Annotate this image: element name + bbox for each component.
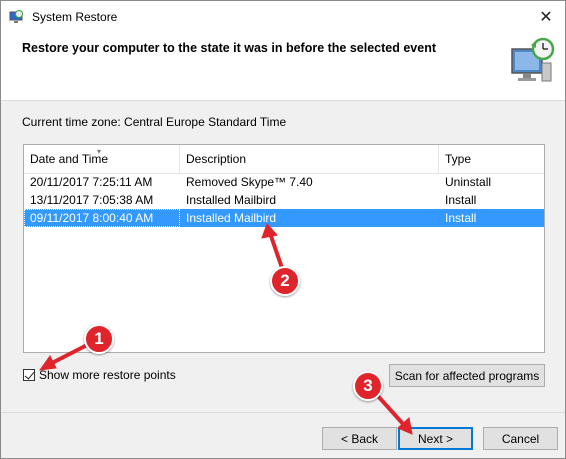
row-description: Installed Mailbird [186, 211, 277, 225]
show-more-label: Show more restore points [39, 368, 176, 382]
column-header-description[interactable]: Description [180, 145, 439, 173]
show-more-restore-points[interactable]: Show more restore points [23, 368, 176, 382]
close-icon: ✕ [539, 8, 553, 26]
row-type: Uninstall [445, 175, 492, 189]
column-description-label: Description [186, 152, 247, 166]
monitor-clock-icon [511, 37, 555, 82]
list-row-selected[interactable]: 09/11/2017 8:00:40 AM Installed Mailbird… [24, 209, 544, 227]
row-date: 20/11/2017 7:25:11 AM [30, 175, 153, 189]
row-date: 13/11/2017 7:05:38 AM [30, 193, 154, 207]
sort-arrow-icon: ▾ [97, 147, 102, 156]
row-description: Removed Skype™ 7.40 [186, 175, 313, 189]
system-restore-window: System Restore ✕ Restore your computer t… [0, 0, 566, 459]
show-more-checkbox[interactable] [23, 369, 35, 381]
annotation-badge-3: 3 [353, 371, 383, 401]
annotation-badge-2: 2 [270, 266, 300, 296]
cancel-button[interactable]: Cancel [483, 427, 558, 450]
list-row[interactable]: 20/11/2017 7:25:11 AM Removed Skype™ 7.4… [24, 173, 544, 191]
window-title: System Restore [32, 10, 118, 24]
row-date: 09/11/2017 8:00:40 AM [24, 209, 180, 227]
scan-affected-programs-button[interactable]: Scan for affected programs [389, 364, 545, 387]
row-type: Install [445, 211, 477, 225]
title-bar: System Restore ✕ [1, 1, 565, 32]
back-button[interactable]: < Back [322, 427, 397, 450]
list-row[interactable]: 13/11/2017 7:05:38 AM Installed Mailbird… [24, 191, 544, 209]
footer-divider [1, 412, 565, 413]
column-header-type[interactable]: Type [439, 145, 544, 173]
wizard-header: Restore your computer to the state it wa… [1, 32, 565, 101]
row-description: Installed Mailbird [186, 193, 277, 207]
list-header: ▾ Date and Time Description Type [24, 145, 544, 174]
page-heading: Restore your computer to the state it wa… [22, 41, 436, 55]
annotation-badge-1: 1 [84, 324, 114, 354]
timezone-label: Current time zone: Central Europe Standa… [22, 115, 287, 129]
column-type-label: Type [445, 152, 472, 166]
system-restore-icon [9, 10, 23, 23]
row-type: Install [445, 193, 477, 207]
close-button[interactable]: ✕ [527, 1, 565, 32]
next-button[interactable]: Next > [398, 427, 473, 450]
restore-points-list[interactable]: ▾ Date and Time Description Type 20/11/2… [23, 144, 545, 353]
column-header-date[interactable]: ▾ Date and Time [24, 145, 180, 173]
